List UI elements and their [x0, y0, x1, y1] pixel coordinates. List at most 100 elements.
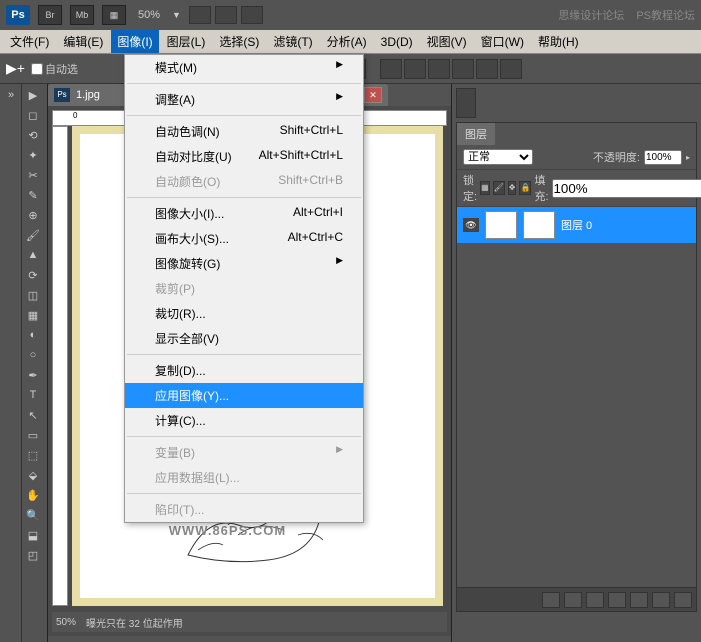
- menu-window[interactable]: 窗口(W): [475, 30, 530, 53]
- opacity-arrow-icon[interactable]: ▸: [686, 153, 690, 162]
- view-icon-2[interactable]: [215, 6, 237, 24]
- status-zoom[interactable]: 50%: [56, 617, 76, 628]
- link-layers-icon[interactable]: [542, 592, 560, 608]
- panel-collapse-1[interactable]: [456, 88, 476, 118]
- healing-tool[interactable]: ⊕: [24, 206, 42, 224]
- crop-tool[interactable]: ✂: [24, 166, 42, 184]
- history-brush-tool[interactable]: ⟳: [24, 266, 42, 284]
- visibility-icon[interactable]: 👁: [463, 218, 479, 232]
- menu-file[interactable]: 文件(F): [4, 30, 55, 53]
- move-tool-icon[interactable]: ▶+: [6, 60, 25, 77]
- layers-tab[interactable]: 图层: [457, 123, 495, 145]
- menu-item-7[interactable]: 图像旋转(G)▶: [125, 251, 363, 276]
- menu-edit[interactable]: 编辑(E): [57, 30, 109, 53]
- main-menu-bar: 文件(F) 编辑(E) 图像(I) 图层(L) 选择(S) 滤镜(T) 分析(A…: [0, 30, 701, 54]
- dist-btn-6[interactable]: [500, 59, 522, 79]
- lock-all-icon[interactable]: 🔒: [519, 181, 531, 195]
- layer-name[interactable]: 图层 0: [561, 217, 592, 233]
- eyedropper-tool[interactable]: ✎: [24, 186, 42, 204]
- move-tool[interactable]: ▶: [24, 86, 42, 104]
- shape-tool[interactable]: ▭: [24, 426, 42, 444]
- blur-tool[interactable]: ◐: [24, 326, 42, 344]
- 3d-tool[interactable]: ⬚: [24, 446, 42, 464]
- menu-item-6[interactable]: 画布大小(S)...Alt+Ctrl+C: [125, 226, 363, 251]
- menu-3d[interactable]: 3D(D): [375, 32, 419, 52]
- delete-layer-icon[interactable]: [674, 592, 692, 608]
- menu-filter[interactable]: 滤镜(T): [267, 30, 318, 53]
- new-layer-icon[interactable]: [652, 592, 670, 608]
- tools-panel: ▶ ◻ ⟲ ✦ ✂ ✎ ⊕ 🖌 ▲ ⟳ ◫ ▦ ◐ ○ ✒ T ↖ ▭ ⬚ ⬙ …: [22, 84, 48, 642]
- menu-item-5[interactable]: 图像大小(I)...Alt+Ctrl+I: [125, 201, 363, 226]
- image-menu-dropdown: 模式(M)▶ 调整(A)▶ 自动色调(N)Shift+Ctrl+L自动对比度(U)A…: [124, 54, 364, 523]
- lock-transparency-icon[interactable]: ▦: [480, 181, 490, 195]
- zoom-tool[interactable]: 🔍: [24, 506, 42, 524]
- stamp-tool[interactable]: ▲: [24, 246, 42, 264]
- menu-analysis[interactable]: 分析(A): [321, 30, 373, 53]
- layer-thumbnail[interactable]: [485, 211, 517, 239]
- minibridge-button[interactable]: Mb: [70, 5, 94, 25]
- adjustment-layer-icon[interactable]: [608, 592, 626, 608]
- menu-item-1[interactable]: 调整(A)▶: [125, 87, 363, 112]
- marquee-tool[interactable]: ◻: [24, 106, 42, 124]
- zoom-dropdown-icon[interactable]: ▼: [172, 10, 181, 20]
- menu-image[interactable]: 图像(I): [111, 30, 158, 53]
- brush-tool[interactable]: 🖌: [24, 226, 42, 244]
- quickmask-tool[interactable]: ◰: [24, 546, 42, 564]
- menu-layer[interactable]: 图层(L): [161, 30, 212, 53]
- status-text: 曝光只在 32 位起作用: [86, 615, 183, 630]
- layer-mask-icon[interactable]: [586, 592, 604, 608]
- lock-paint-icon[interactable]: 🖌: [493, 181, 505, 195]
- dist-btn-4[interactable]: [452, 59, 474, 79]
- hand-tool[interactable]: ✋: [24, 486, 42, 504]
- menu-item-10[interactable]: 显示全部(V): [125, 326, 363, 351]
- color-swap[interactable]: ⬓: [24, 526, 42, 544]
- path-tool[interactable]: ↖: [24, 406, 42, 424]
- menu-help[interactable]: 帮助(H): [532, 30, 585, 53]
- group-icon[interactable]: [630, 592, 648, 608]
- menu-item-11[interactable]: 复制(D)...: [125, 358, 363, 383]
- dist-btn-2[interactable]: [404, 59, 426, 79]
- menu-item-2[interactable]: 自动色调(N)Shift+Ctrl+L: [125, 119, 363, 144]
- gradient-tool[interactable]: ▦: [24, 306, 42, 324]
- menu-view[interactable]: 视图(V): [421, 30, 473, 53]
- lock-position-icon[interactable]: ✥: [508, 181, 517, 195]
- screen-mode-icon[interactable]: [241, 6, 263, 24]
- mask-thumbnail[interactable]: [523, 211, 555, 239]
- blend-mode-select[interactable]: 正常: [463, 149, 533, 165]
- menu-item-3[interactable]: 自动对比度(U)Alt+Shift+Ctrl+L: [125, 144, 363, 169]
- dist-btn-1[interactable]: [380, 59, 402, 79]
- 3d-camera-tool[interactable]: ⬙: [24, 466, 42, 484]
- dist-btn-3[interactable]: [428, 59, 450, 79]
- fill-input[interactable]: [552, 179, 701, 198]
- menu-item-9[interactable]: 裁切(R)...: [125, 301, 363, 326]
- dodge-tool[interactable]: ○: [24, 346, 42, 364]
- ruler-vertical: [52, 126, 68, 606]
- menu-select[interactable]: 选择(S): [213, 30, 265, 53]
- menu-item-12[interactable]: 应用图像(Y)...: [125, 383, 363, 408]
- eraser-tool[interactable]: ◫: [24, 286, 42, 304]
- type-tool[interactable]: T: [24, 386, 42, 404]
- opacity-input[interactable]: [644, 150, 682, 165]
- menu-item-0[interactable]: 模式(M)▶: [125, 55, 363, 80]
- menu-item-13[interactable]: 计算(C)...: [125, 408, 363, 433]
- ps-logo: Ps: [6, 5, 30, 25]
- pen-tool[interactable]: ✒: [24, 366, 42, 384]
- dist-btn-5[interactable]: [476, 59, 498, 79]
- layer-row[interactable]: 👁 图层 0: [457, 207, 696, 243]
- close-button[interactable]: ✕: [364, 87, 382, 103]
- auto-select-checkbox[interactable]: 自动选: [31, 61, 78, 77]
- bridge-button[interactable]: Br: [38, 5, 62, 25]
- view-extras-button[interactable]: ▦: [102, 5, 126, 25]
- layer-style-icon[interactable]: [564, 592, 582, 608]
- zoom-level[interactable]: 50%: [134, 9, 164, 21]
- menu-item-8: 裁剪(P): [125, 276, 363, 301]
- menu-item-14: 变量(B)▶: [125, 440, 363, 465]
- lasso-tool[interactable]: ⟲: [24, 126, 42, 144]
- wand-tool[interactable]: ✦: [24, 146, 42, 164]
- view-icon-1[interactable]: [189, 6, 211, 24]
- collapse-icon[interactable]: »: [2, 86, 20, 104]
- watermark-text-1: 思缘设计论坛: [558, 7, 624, 23]
- menu-item-16: 陷印(T)...: [125, 497, 363, 522]
- menu-item-15: 应用数据组(L)...: [125, 465, 363, 490]
- fill-label: 填充:: [534, 172, 548, 204]
